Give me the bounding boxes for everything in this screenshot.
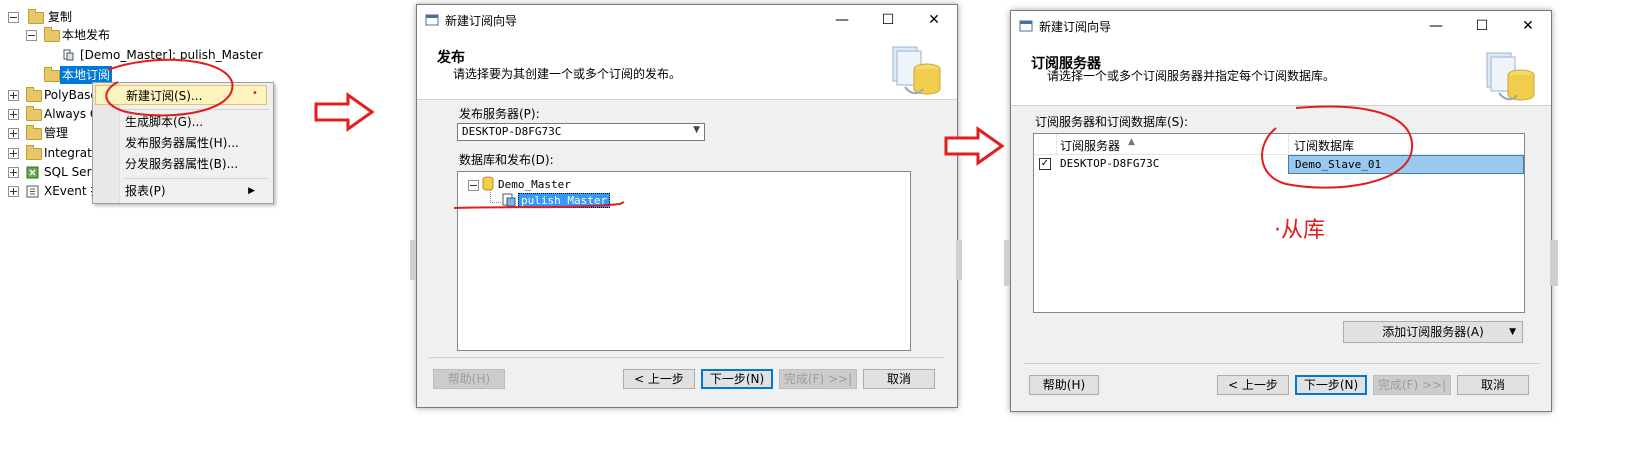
folder-icon bbox=[26, 145, 42, 160]
menu-item-distributor-properties[interactable]: 分发服务器属性(B)... bbox=[125, 154, 238, 174]
dropdown-arrow-icon: ▼ bbox=[1509, 327, 1516, 337]
add-subscriber-button[interactable]: 添加订阅服务器(A) ▼ bbox=[1343, 321, 1523, 343]
folder-icon bbox=[44, 67, 60, 82]
folder-icon bbox=[44, 27, 60, 42]
title-bar: 新建订阅向导 — ☐ ✕ bbox=[417, 5, 957, 35]
column-header-server[interactable]: 订阅服务器 bbox=[1060, 137, 1120, 154]
folder-icon bbox=[28, 9, 44, 24]
expand-icon[interactable] bbox=[8, 128, 19, 139]
expand-icon[interactable] bbox=[8, 148, 19, 159]
database-wizard-icon bbox=[1486, 52, 1535, 101]
next-button[interactable]: 下一步(N) bbox=[1295, 375, 1367, 395]
xevent-icon bbox=[26, 185, 39, 198]
annotation-circle bbox=[105, 58, 234, 117]
right-arrow-icon bbox=[944, 126, 1005, 166]
wizard-app-icon bbox=[1019, 20, 1033, 32]
wizard-app-icon bbox=[425, 14, 439, 26]
title-bar: 新建订阅向导 — ☐ ✕ bbox=[1011, 11, 1551, 41]
help-button[interactable]: 帮助(H) bbox=[433, 369, 505, 389]
next-button[interactable]: 下一步(N) bbox=[701, 369, 773, 389]
close-button[interactable]: ✕ bbox=[1505, 11, 1551, 41]
agent-icon bbox=[26, 166, 39, 179]
chevron-down-icon: ▼ bbox=[693, 125, 700, 135]
finish-button[interactable]: 完成(F) >>| bbox=[1373, 375, 1451, 395]
wizard-header: 订阅服务器 请选择一个或多个订阅服务器并指定每个订阅数据库。 bbox=[1011, 41, 1551, 106]
tree-node-database[interactable]: Demo_Master bbox=[498, 178, 571, 191]
expand-icon[interactable] bbox=[8, 90, 19, 101]
finish-button[interactable]: 完成(F) >>| bbox=[779, 369, 857, 389]
sort-ascending-icon: ▲ bbox=[1128, 137, 1135, 147]
menu-item-publisher-properties[interactable]: 发布服务器属性(H)... bbox=[125, 133, 239, 153]
menu-separator bbox=[123, 178, 269, 179]
right-arrow-icon bbox=[314, 92, 375, 132]
expand-icon[interactable] bbox=[8, 186, 19, 197]
publication-icon bbox=[63, 49, 74, 61]
expand-icon[interactable] bbox=[8, 109, 19, 120]
cancel-button[interactable]: 取消 bbox=[863, 369, 935, 389]
collapse-icon[interactable] bbox=[468, 180, 479, 191]
row-checkbox[interactable]: ✓ bbox=[1039, 158, 1051, 170]
close-button[interactable]: ✕ bbox=[911, 5, 957, 35]
database-wizard-icon bbox=[892, 46, 941, 95]
annotation-dot: • bbox=[252, 88, 258, 99]
minimize-button[interactable]: — bbox=[819, 5, 865, 35]
back-button[interactable]: < 上一步 bbox=[1217, 375, 1289, 395]
folder-icon bbox=[26, 87, 42, 102]
maximize-button[interactable]: ☐ bbox=[1459, 11, 1505, 41]
back-button[interactable]: < 上一步 bbox=[623, 369, 695, 389]
maximize-button[interactable]: ☐ bbox=[865, 5, 911, 35]
minimize-button[interactable]: — bbox=[1413, 11, 1459, 41]
help-button[interactable]: 帮助(H) bbox=[1029, 375, 1099, 395]
folder-icon bbox=[26, 106, 42, 121]
expand-icon[interactable] bbox=[8, 167, 19, 178]
collapse-icon[interactable] bbox=[8, 12, 19, 23]
annotation-underline bbox=[453, 201, 625, 209]
menu-item-reports[interactable]: 报表(P) ▶ bbox=[125, 181, 265, 201]
publisher-select[interactable]: DESKTOP-D8FG73C ▼ bbox=[457, 123, 705, 141]
folder-icon bbox=[26, 125, 42, 140]
database-icon bbox=[482, 176, 494, 191]
wizard-dialog-subscribers: 新建订阅向导 — ☐ ✕ 订阅服务器 请选择一个或多个订阅服务器并指定每个订阅数… bbox=[1010, 10, 1552, 412]
cancel-button[interactable]: 取消 bbox=[1457, 375, 1529, 395]
wizard-header: 发布 请选择要为其创建一个或多个订阅的发布。 bbox=[417, 35, 957, 100]
collapse-icon[interactable] bbox=[26, 30, 37, 41]
annotation-circle bbox=[1261, 105, 1414, 189]
annotation-label: ·从库 bbox=[1274, 218, 1326, 243]
submenu-arrow-icon: ▶ bbox=[248, 186, 255, 196]
